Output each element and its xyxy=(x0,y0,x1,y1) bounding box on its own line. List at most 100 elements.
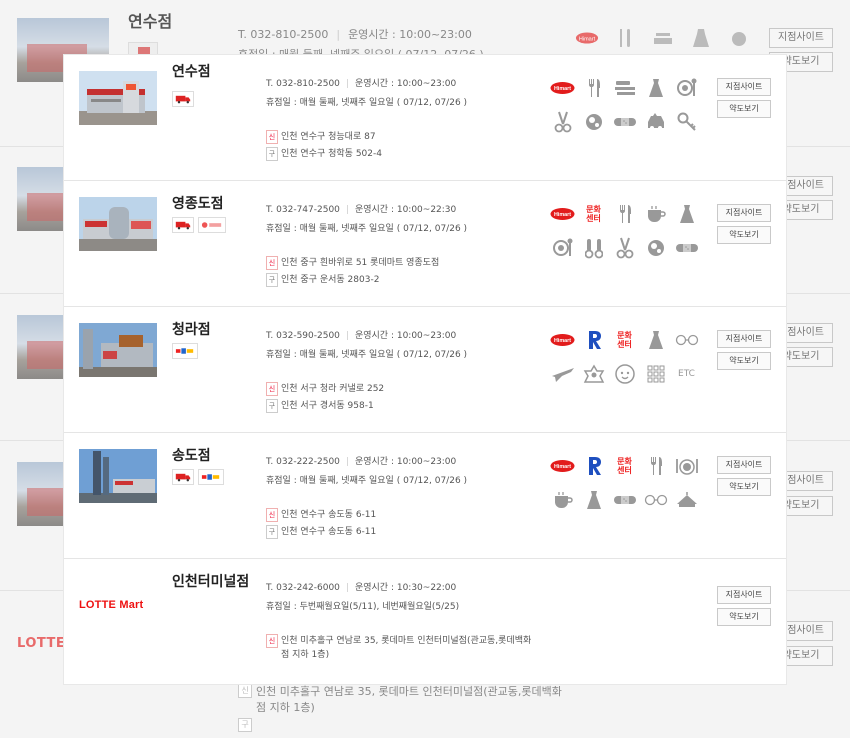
store-address-new: 신 인천 서구 청라 커낼로 252 xyxy=(266,382,556,396)
store-facility-icons: 문화 센터 xyxy=(550,455,710,511)
tableware-icon xyxy=(581,77,606,99)
bg-branch-site-button: 지점사이트 xyxy=(769,28,833,48)
store-list-panel: Himart xyxy=(64,55,786,684)
tableware-icon xyxy=(612,203,637,225)
store-hours: 운영시간 : 10:30~22:00 xyxy=(354,583,457,593)
bg-address-new: 신 인천 미추홀구 연남로 35, 롯데마트 인천터미널점(관교동,롯데백화 점 … xyxy=(238,684,562,716)
optical-icon xyxy=(581,111,606,133)
culture-center-icon: 문화 센터 xyxy=(617,457,632,475)
food-court-icon xyxy=(674,77,699,99)
store-name: 청라점 xyxy=(172,322,211,338)
store-address-old: 구 인천 연수구 송도동 6-11 xyxy=(266,525,556,539)
grid-icon xyxy=(643,363,668,385)
map-button[interactable]: 약도보기 xyxy=(717,608,771,626)
cafe-icon xyxy=(550,489,575,511)
scissors-icon xyxy=(612,237,637,259)
store-name: 영종도점 xyxy=(172,196,224,212)
store-brand-logos xyxy=(172,343,198,359)
store-contact: T. 032-222-2500 | 운영시간 : 10:00~23:00 xyxy=(266,457,457,467)
branch-site-button[interactable]: 지점사이트 xyxy=(717,330,771,348)
store-photo xyxy=(79,323,157,377)
map-button[interactable]: 약도보기 xyxy=(717,478,771,496)
clothing-icon xyxy=(689,28,713,48)
store-closed-days: 휴점일 : 매월 둘째, 넷째주 일요일 ( 07/12, 07/26 ) xyxy=(266,476,468,486)
dining-icon xyxy=(674,455,699,477)
store-contact: T. 032-747-2500 | 운영시간 : 10:00~22:30 xyxy=(266,205,457,215)
store-photo xyxy=(79,449,157,503)
map-button[interactable]: 약도보기 xyxy=(717,100,771,118)
clothing-icon xyxy=(581,489,606,511)
store-row-yeonsu: 연수점 T. 032-810-2500 | 운영시간 : 10:00~23:00 휴… xyxy=(64,55,786,181)
store-address-new: 신 인천 연수구 청능대로 87 xyxy=(266,130,556,144)
lotte-mart-truck-icon xyxy=(172,469,194,485)
store-phone: T. 032-747-2500 xyxy=(266,205,340,215)
store-hours: 운영시간 : 10:00~23:00 xyxy=(354,331,457,341)
lotte-mart-truck-icon xyxy=(172,91,194,107)
tableware-icon xyxy=(643,455,668,477)
old-address-badge: 구 xyxy=(266,273,278,287)
bakery-icon xyxy=(674,489,699,511)
glasses-icon xyxy=(643,489,668,511)
branch-site-button[interactable]: 지점사이트 xyxy=(717,78,771,96)
scissors-icon xyxy=(550,111,575,133)
tableware-icon xyxy=(613,28,637,48)
store-hours: 운영시간 : 10:00~23:00 xyxy=(354,79,457,89)
store-row-cheongna: 청라점 T. 032-590-2500 | 운영시간 : 10:00~23:00 휴… xyxy=(64,307,786,433)
store-contact: T. 032-590-2500 | 운영시간 : 10:00~23:00 xyxy=(266,331,457,341)
store-address-old: 구 인천 중구 운서동 2803-2 xyxy=(266,273,556,287)
cafe-icon xyxy=(643,203,668,225)
store-facility-icons: 문화 센터 ETC xyxy=(550,329,710,385)
branch-site-button[interactable]: 지점사이트 xyxy=(717,456,771,474)
bg-icons: Himart xyxy=(575,28,751,48)
store-photo xyxy=(79,197,157,251)
store-address-new: 신 인천 연수구 송도동 6-11 xyxy=(266,508,556,522)
store-contact: T. 032-810-2500 | 운영시간 : 10:00~23:00 xyxy=(266,79,457,89)
store-facility-icons: 문화 센터 xyxy=(550,203,710,259)
new-address-badge: 신 xyxy=(266,634,278,648)
store-photo xyxy=(79,71,157,125)
store-name: 인천터미널점 xyxy=(172,574,250,590)
optical-icon xyxy=(643,237,668,259)
new-address-badge: 신 xyxy=(266,130,278,144)
bandage-icon xyxy=(612,111,637,133)
bg-store-name: 연수점 xyxy=(128,12,173,31)
store-row-incheon-terminal: LOTTE Mart 인천터미널점 T. 032-242-6000 | 운영시간 :… xyxy=(64,559,786,684)
clothing-icon xyxy=(643,77,668,99)
store-address-old: 구 인천 연수구 청학동 502-4 xyxy=(266,147,556,161)
store-address-old: 구 인천 서구 경서동 958-1 xyxy=(266,399,556,413)
old-address-badge: 구 xyxy=(266,147,278,161)
store-brand-logos xyxy=(172,469,224,485)
store-row-yeongjongdo: 영종도점 T. 032-747-2500 | 운영시간 : 10:00~22:30 … xyxy=(64,181,786,307)
store-closed-days: 휴점일 : 매월 둘째, 넷째주 일요일 ( 07/12, 07/26 ) xyxy=(266,224,468,234)
store-phone: T. 032-242-6000 xyxy=(266,583,340,593)
store-brand-logos xyxy=(172,91,194,107)
old-address-badge: 구 xyxy=(266,399,278,413)
bedding-icon xyxy=(612,77,637,99)
branch-site-button[interactable]: 지점사이트 xyxy=(717,204,771,222)
food-court-icon xyxy=(550,237,575,259)
new-address-badge: 신 xyxy=(266,508,278,522)
bg-store-hours: T. 032-810-2500 | 운영시간 : 10:00~23:00 xyxy=(238,28,472,41)
partner-brand-logo xyxy=(198,217,226,233)
toysrus-icon xyxy=(581,455,606,477)
new-address-badge: 신 xyxy=(266,256,278,270)
pharmacy-icon xyxy=(581,363,606,385)
store-address-new: 신 인천 미추홀구 연남로 35, 롯데마트 인천터미널점(관교동,롯데백화 점 … xyxy=(266,634,546,662)
map-button[interactable]: 약도보기 xyxy=(717,226,771,244)
svg-text:Himart: Himart xyxy=(579,36,596,42)
bandage-icon xyxy=(674,237,699,259)
culture-center-icon: 문화 센터 xyxy=(586,205,601,223)
culture-center-icon: 문화 센터 xyxy=(617,331,632,349)
car-service-icon xyxy=(643,111,668,133)
store-contact: T. 032-242-6000 | 운영시간 : 10:30~22:00 xyxy=(266,583,457,593)
himart-icon xyxy=(550,329,575,351)
clothing-icon xyxy=(674,203,699,225)
store-hours: 운영시간 : 10:00~22:30 xyxy=(354,205,457,215)
map-button[interactable]: 약도보기 xyxy=(717,352,771,370)
store-address-new: 신 인천 중구 흰바위로 51 롯데마트 영종도점 xyxy=(266,256,556,270)
bedding-icon xyxy=(651,28,675,48)
toysrus-logo xyxy=(198,469,224,485)
branch-site-button[interactable]: 지점사이트 xyxy=(717,586,771,604)
lotte-mart-logo: LOTTE Mart xyxy=(79,599,144,611)
store-closed-days: 휴점일 : 매월 둘째, 넷째주 일요일 ( 07/12, 07/26 ) xyxy=(266,350,468,360)
